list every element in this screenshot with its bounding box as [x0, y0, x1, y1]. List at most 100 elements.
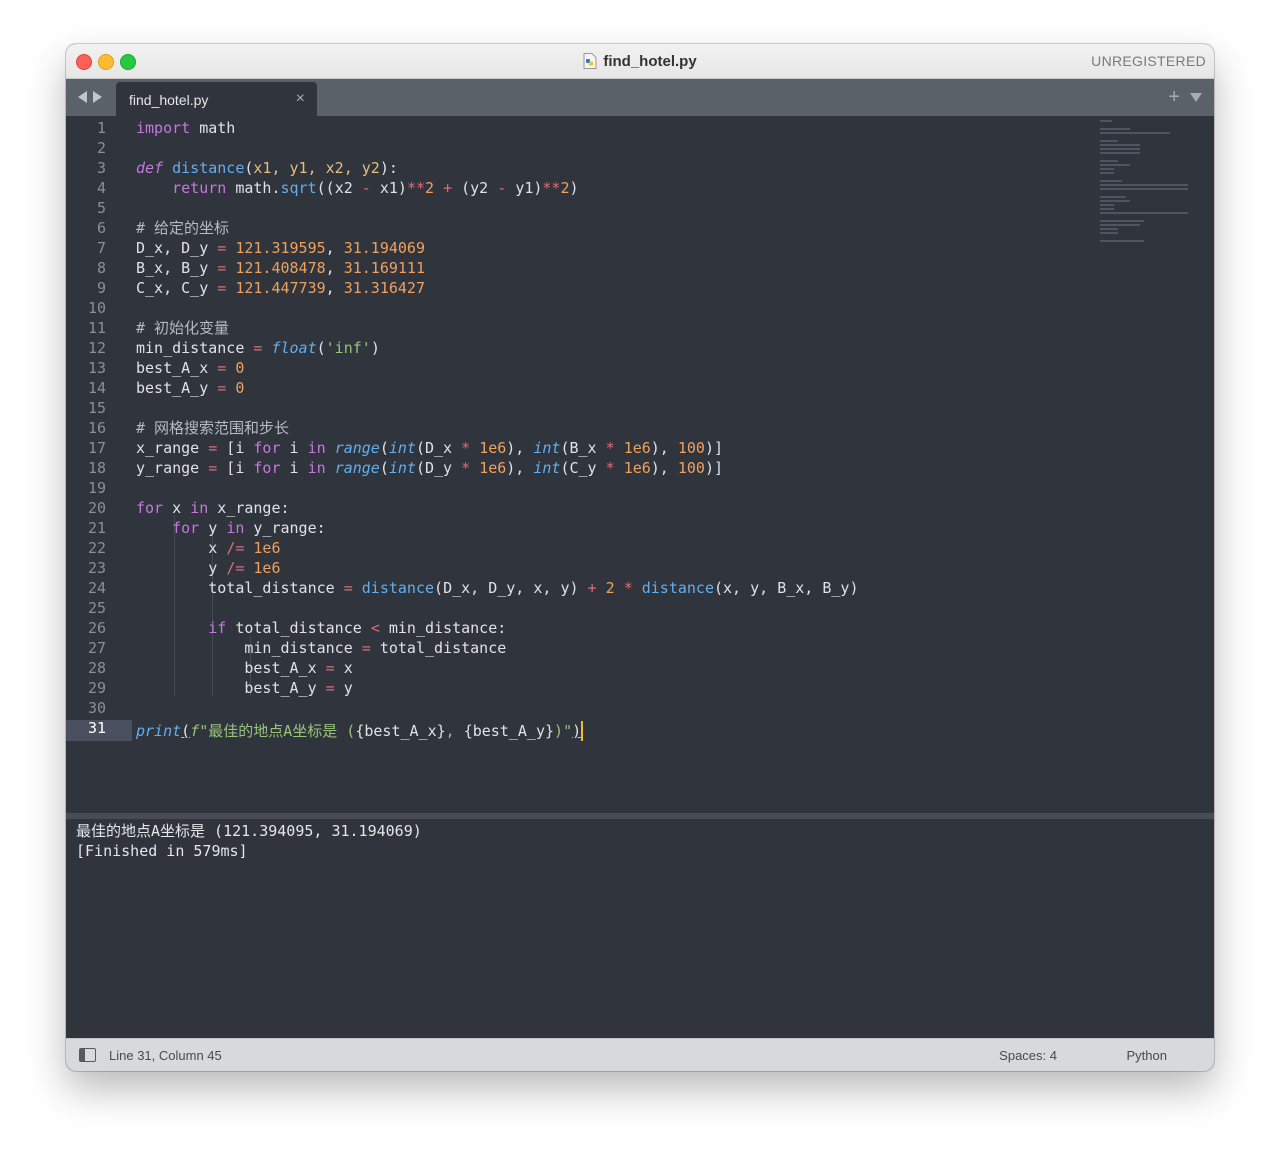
- minimap-line: [1100, 224, 1140, 226]
- window-title: find_hotel.py: [603, 52, 697, 70]
- registration-label: UNREGISTERED: [1091, 53, 1206, 69]
- forward-arrow-icon[interactable]: [93, 91, 102, 103]
- line-number: 28: [87, 659, 106, 677]
- tab-close-icon[interactable]: ×: [296, 90, 305, 108]
- minimap-line: [1100, 148, 1140, 150]
- code-line-23: y /= 1e6: [208, 559, 281, 577]
- cursor-position: Line 31, Column 45: [109, 1048, 222, 1063]
- line-number: 1: [96, 119, 106, 137]
- code-line-13: best_A_x = 0: [136, 359, 245, 377]
- line-number: 16: [87, 419, 106, 437]
- line-number: 13: [87, 359, 106, 377]
- line-number: 18: [87, 459, 106, 477]
- code-line-7: D_x, D_y = 121.319595, 31.194069: [136, 239, 425, 257]
- line-number: 22: [87, 539, 106, 557]
- minimap-line: [1100, 228, 1118, 230]
- tab-label: find_hotel.py: [129, 92, 209, 108]
- code-line-20: for x in x_range:: [136, 499, 290, 517]
- back-arrow-icon[interactable]: [78, 91, 87, 103]
- line-number: 8: [96, 259, 106, 277]
- line-number: 19: [87, 479, 106, 497]
- line-number: 31: [87, 719, 106, 737]
- minimap-line: [1100, 180, 1122, 182]
- minimap-line: [1100, 172, 1114, 174]
- line-number: 14: [87, 379, 106, 397]
- minimap-line: [1100, 152, 1140, 154]
- tab-find-hotel[interactable]: find_hotel.py ×: [116, 82, 317, 116]
- minimap-line: [1100, 168, 1114, 170]
- line-number: 7: [96, 239, 106, 257]
- minimap-line: [1100, 200, 1130, 202]
- minimap-line: [1100, 240, 1144, 242]
- minimap-line: [1100, 204, 1114, 206]
- code-line-29: best_A_y = y: [244, 679, 353, 697]
- toggle-panel-icon[interactable]: [79, 1048, 96, 1062]
- line-number: 26: [87, 619, 106, 637]
- status-bar: Line 31, Column 45 Spaces: 4 Python: [66, 1038, 1214, 1071]
- tab-bar: find_hotel.py × +: [66, 79, 1214, 116]
- minimap-line: [1100, 120, 1112, 122]
- line-number: 9: [96, 279, 106, 297]
- minimap-line: [1100, 164, 1130, 166]
- code-line-21: for y in y_range:: [172, 519, 326, 537]
- line-number: 2: [96, 139, 106, 157]
- code-line-31: print(f"最佳的地点A坐标是 ({best_A_x}, {best_A_y…: [136, 721, 584, 741]
- build-output-panel[interactable]: 最佳的地点A坐标是 (121.394095, 31.194069) [Finis…: [68, 819, 1212, 1038]
- tab-list-dropdown-icon[interactable]: [1190, 93, 1202, 102]
- code-line-16: # 网格搜索范围和步长: [136, 419, 290, 437]
- minimap-line: [1100, 188, 1188, 190]
- code-line-9: C_x, C_y = 121.447739, 31.316427: [136, 279, 425, 297]
- minimap-line: [1100, 140, 1118, 142]
- line-number: 11: [87, 319, 106, 337]
- code-area[interactable]: import math def distance(x1, y1, x2, y2)…: [136, 116, 859, 796]
- minimap-line: [1100, 196, 1126, 198]
- code-line-1: import math: [136, 119, 236, 137]
- syntax-selector[interactable]: Python: [1127, 1048, 1167, 1063]
- output-line: [Finished in 579ms]: [76, 842, 248, 860]
- indentation-setting[interactable]: Spaces: 4: [999, 1048, 1057, 1063]
- code-line-11: # 初始化变量: [136, 319, 230, 337]
- code-line-22: x /= 1e6: [208, 539, 281, 557]
- line-number: 30: [87, 699, 106, 717]
- new-tab-icon[interactable]: +: [1168, 86, 1180, 109]
- line-number: 12: [87, 339, 106, 357]
- code-line-17: x_range = [i for i in range(int(D_x * 1e…: [136, 439, 724, 457]
- text-cursor: [581, 721, 584, 741]
- minimap-line: [1100, 128, 1130, 130]
- line-number: 23: [87, 559, 106, 577]
- code-line-3: def distance(x1, y1, x2, y2):: [136, 159, 398, 177]
- line-number: 29: [87, 679, 106, 697]
- minimap-line: [1100, 184, 1188, 186]
- code-line-18: y_range = [i for i in range(int(D_y * 1e…: [136, 459, 724, 477]
- editor-window: find_hotel.py UNREGISTERED find_hotel.py…: [66, 44, 1214, 1071]
- output-line: 最佳的地点A坐标是 (121.394095, 31.194069): [76, 822, 422, 840]
- minimap-line: [1100, 220, 1144, 222]
- minimap-line: [1100, 144, 1140, 146]
- minimap-line: [1100, 232, 1118, 234]
- line-number: 24: [87, 579, 106, 597]
- line-number: 25: [87, 599, 106, 617]
- code-line-27: min_distance = total_distance: [244, 639, 507, 657]
- code-line-28: best_A_x = x: [244, 659, 353, 677]
- code-line-12: min_distance = float('inf'): [136, 339, 380, 357]
- minimap-line: [1100, 132, 1170, 134]
- code-line-4: return math.sqrt((x2 - x1)**2 + (y2 - y1…: [172, 179, 579, 197]
- line-number: 6: [96, 219, 106, 237]
- line-number: 4: [96, 179, 106, 197]
- minimap[interactable]: [1100, 120, 1190, 244]
- line-number: 3: [96, 159, 106, 177]
- line-number: 15: [87, 399, 106, 417]
- minimap-line: [1100, 160, 1118, 162]
- code-line-6: # 给定的坐标: [136, 219, 230, 237]
- line-number: 5: [96, 199, 106, 217]
- minimap-line: [1100, 212, 1188, 214]
- python-file-icon: [583, 53, 597, 69]
- code-line-26: if total_distance < min_distance:: [208, 619, 507, 637]
- code-line-24: total_distance = distance(D_x, D_y, x, y…: [208, 579, 859, 597]
- line-number: 27: [87, 639, 106, 657]
- title-bar: find_hotel.py UNREGISTERED: [66, 44, 1214, 79]
- line-number: 20: [87, 499, 106, 517]
- line-number: 21: [87, 519, 106, 537]
- line-number: 10: [87, 299, 106, 317]
- code-editor[interactable]: 1 2 3 4 5 6 7 8 9 10 11 12 13 14 15 16 17 18 19 20 21 22 23 24 2…: [66, 116, 1214, 813]
